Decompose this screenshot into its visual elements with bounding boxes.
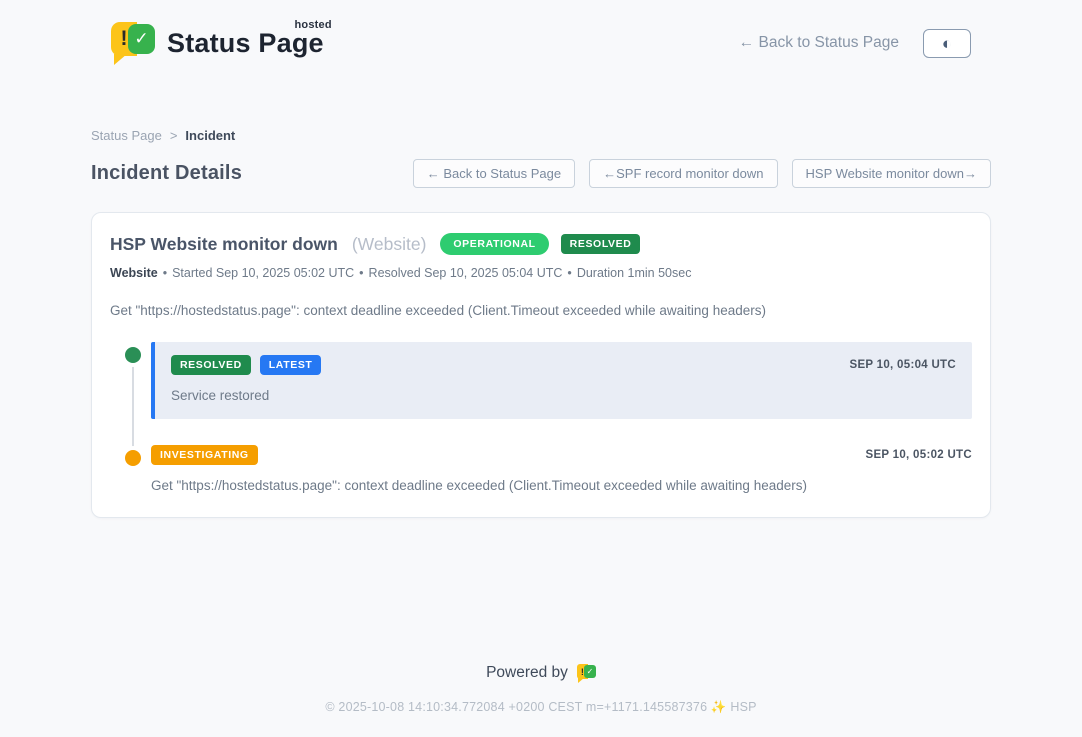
theme-toggle-button[interactable]: ◐ — [923, 29, 971, 58]
status-page-logo-icon: ! ✓ — [111, 20, 155, 66]
incident-timeline: RESOLVED LATEST SEP 10, 05:04 UTC Servic… — [110, 342, 972, 493]
title-row: Incident Details ← Back to Status Page ←… — [91, 159, 991, 188]
meta-separator: • — [359, 266, 363, 280]
update-timestamp: SEP 10, 05:02 UTC — [865, 449, 972, 461]
update-header: INVESTIGATING SEP 10, 05:02 UTC — [151, 445, 972, 465]
meta-duration: Duration 1min 50sec — [577, 266, 692, 280]
powered-by: Powered by ! ✓ — [0, 663, 1082, 683]
status-page-mini-logo-icon[interactable]: ! ✓ — [577, 663, 596, 683]
timeline-dot-green — [125, 347, 141, 363]
timeline-entry-resolved: RESOLVED LATEST SEP 10, 05:04 UTC Servic… — [110, 342, 972, 419]
back-to-status-page-button[interactable]: ← Back to Status Page — [413, 159, 575, 188]
timeline-entry-body: RESOLVED LATEST SEP 10, 05:04 UTC Servic… — [151, 342, 972, 419]
update-header: RESOLVED LATEST SEP 10, 05:04 UTC — [171, 355, 956, 375]
latest-tag-badge: LATEST — [260, 355, 322, 375]
copyright-text: © 2025-10-08 14:10:34.772084 +0200 CEST … — [0, 700, 1082, 715]
incident-badges: OPERATIONAL RESOLVED — [440, 233, 640, 255]
meta-resolved: Resolved Sep 10, 2025 05:04 UTC — [369, 266, 563, 280]
mini-logo-check-icon: ✓ — [584, 665, 596, 678]
meta-separator: • — [567, 266, 571, 280]
timeline-entry-body: INVESTIGATING SEP 10, 05:02 UTC Get "htt… — [151, 445, 972, 493]
meta-component: Website — [110, 266, 158, 280]
update-badges: INVESTIGATING — [151, 445, 258, 465]
incident-meta: Website • Started Sep 10, 2025 05:02 UTC… — [110, 266, 972, 280]
logo-text: Status Page hosted — [167, 28, 324, 59]
powered-by-label: Powered by — [486, 664, 568, 682]
update-message: Service restored — [171, 388, 956, 403]
breadcrumb-separator: > — [170, 128, 178, 143]
resolved-badge: RESOLVED — [561, 234, 641, 254]
breadcrumb-status-page[interactable]: Status Page — [91, 128, 162, 143]
investigating-status-badge: INVESTIGATING — [151, 445, 258, 465]
header: ! ✓ Status Page hosted ← Back to Status … — [111, 14, 971, 72]
latest-update-box: RESOLVED LATEST SEP 10, 05:04 UTC Servic… — [151, 342, 972, 419]
resolved-status-badge: RESOLVED — [171, 355, 251, 375]
incident-title: HSP Website monitor down — [110, 234, 338, 255]
page-title: Incident Details — [91, 162, 242, 185]
main-content: Status Page > Incident Incident Details … — [91, 128, 991, 518]
update-message: Get "https://hostedstatus.page": context… — [151, 478, 972, 493]
update-badges: RESOLVED LATEST — [171, 355, 321, 375]
incident-card: HSP Website monitor down (Website) OPERA… — [91, 212, 991, 518]
meta-separator: • — [163, 266, 167, 280]
next-incident-button[interactable]: HSP Website monitor down→ — [792, 159, 991, 188]
logo-hosted-label: hosted — [295, 19, 332, 31]
incident-nav-buttons: ← Back to Status Page ←SPF record monito… — [413, 159, 991, 188]
breadcrumb: Status Page > Incident — [91, 128, 991, 143]
meta-started: Started Sep 10, 2025 05:02 UTC — [172, 266, 354, 280]
logo-check-icon: ✓ — [128, 24, 155, 54]
incident-title-row: HSP Website monitor down (Website) OPERA… — [110, 233, 972, 255]
operational-badge: OPERATIONAL — [440, 233, 548, 255]
incident-component: (Website) — [352, 234, 427, 255]
update-timestamp: SEP 10, 05:04 UTC — [849, 359, 956, 371]
header-actions: ← Back to Status Page ◐ — [739, 29, 971, 58]
mini-logo-bubble-tail — [578, 678, 584, 683]
logo-bubble-tail — [114, 54, 127, 65]
timeline-dot-orange — [125, 450, 141, 466]
logo[interactable]: ! ✓ Status Page hosted — [111, 20, 324, 66]
contrast-icon: ◐ — [942, 35, 952, 52]
prev-incident-button[interactable]: ←SPF record monitor down — [589, 159, 777, 188]
back-to-status-page-link[interactable]: ← Back to Status Page — [739, 34, 899, 52]
incident-description: Get "https://hostedstatus.page": context… — [110, 303, 972, 318]
footer: Powered by ! ✓ © 2025-10-08 14:10:34.772… — [0, 663, 1082, 737]
breadcrumb-incident: Incident — [185, 128, 235, 143]
timeline-entry-investigating: INVESTIGATING SEP 10, 05:02 UTC Get "htt… — [110, 445, 972, 493]
